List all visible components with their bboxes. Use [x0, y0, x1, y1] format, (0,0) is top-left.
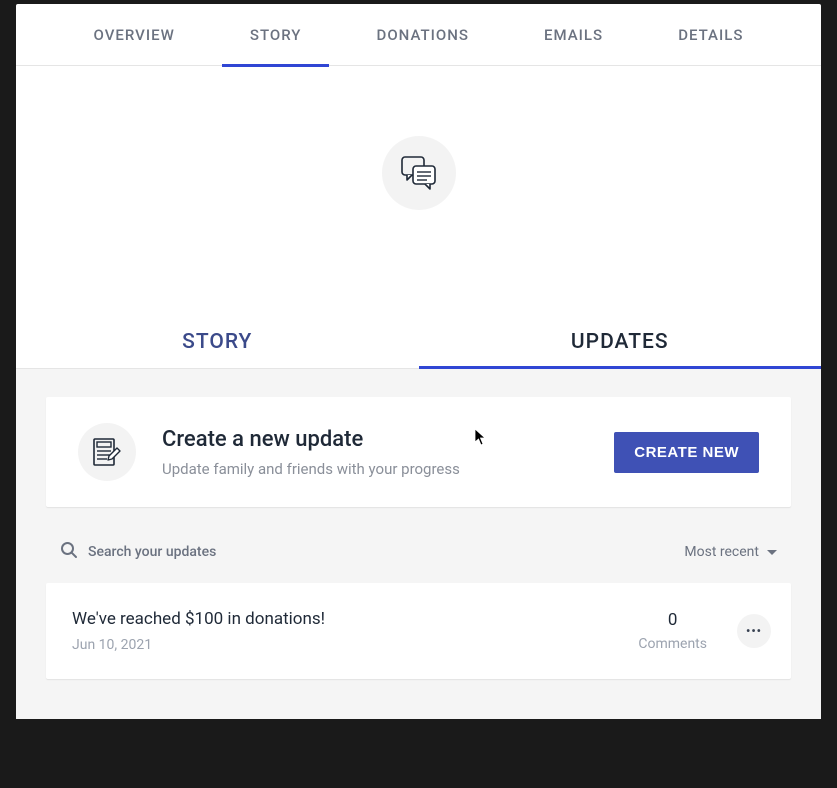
create-text: Create a new update Update family and fr…	[162, 427, 614, 478]
main-panel: OVERVIEW STORY DONATIONS EMAILS DETAILS …	[16, 4, 821, 719]
comments-label: Comments	[638, 636, 707, 652]
nav-story[interactable]: STORY	[242, 4, 310, 66]
sort-label: Most recent	[684, 544, 759, 560]
nav-donations[interactable]: DONATIONS	[369, 4, 477, 66]
nav-emails[interactable]: EMAILS	[536, 4, 611, 66]
update-title: We've reached $100 in donations!	[72, 609, 638, 629]
sub-tab-story[interactable]: STORY	[16, 316, 419, 368]
caret-down-icon	[767, 550, 777, 555]
dots-icon: •••	[746, 624, 762, 638]
create-update-card: Create a new update Update family and fr…	[46, 397, 791, 507]
create-title: Create a new update	[162, 427, 614, 452]
search-updates[interactable]: Search your updates	[60, 541, 216, 563]
body-area: STORY UPDATES Create a new update	[16, 66, 821, 719]
search-placeholder: Search your updates	[88, 544, 216, 560]
search-icon	[60, 541, 78, 563]
update-main: We've reached $100 in donations! Jun 10,…	[72, 609, 638, 653]
update-comments: 0 Comments	[638, 610, 707, 652]
document-edit-icon	[78, 423, 136, 481]
comments-count: 0	[638, 610, 707, 630]
update-date: Jun 10, 2021	[72, 637, 638, 653]
top-nav: OVERVIEW STORY DONATIONS EMAILS DETAILS	[16, 4, 821, 66]
create-subtitle: Update family and friends with your prog…	[162, 460, 614, 478]
more-options-button[interactable]: •••	[737, 614, 771, 648]
sub-tabs: STORY UPDATES	[16, 316, 821, 369]
sort-dropdown[interactable]: Most recent	[684, 544, 777, 560]
nav-overview[interactable]: OVERVIEW	[86, 4, 183, 66]
create-new-button[interactable]: CREATE NEW	[614, 432, 759, 473]
chat-bubble-icon	[382, 136, 456, 210]
controls-row: Search your updates Most recent	[46, 541, 791, 563]
update-item[interactable]: We've reached $100 in donations! Jun 10,…	[46, 583, 791, 679]
sub-tab-updates[interactable]: UPDATES	[419, 316, 822, 368]
nav-details[interactable]: DETAILS	[670, 4, 751, 66]
updates-area: Create a new update Update family and fr…	[16, 369, 821, 719]
